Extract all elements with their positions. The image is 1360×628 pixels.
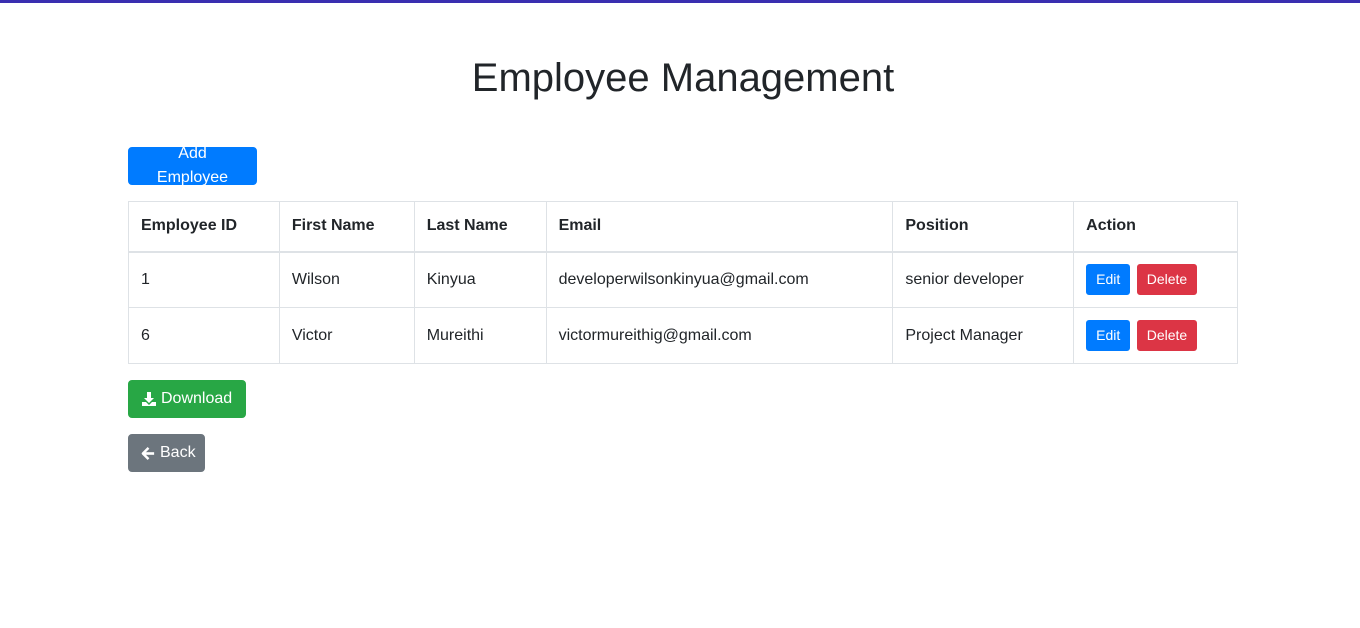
cell-email: developerwilsonkinyua@gmail.com [545, 251, 894, 308]
cell-email: victormureithig@gmail.com [545, 307, 894, 364]
delete-button[interactable]: Delete [1136, 264, 1198, 296]
cell-position: senior developer [892, 251, 1075, 308]
page-title: Employee Management [471, 56, 895, 100]
employee-table: Employee ID First Name Last Name Email P… [128, 201, 1238, 364]
add-employee-label: Add Employee [156, 145, 229, 186]
table-row: 1 Wilson Kinyua developerwilsonkinyua@gm… [128, 251, 1238, 308]
back-label: Back [160, 444, 196, 461]
cell-employee-id: 1 [128, 251, 280, 308]
cell-position: Project Manager [892, 307, 1075, 364]
table-header-row: Employee ID First Name Last Name Email P… [128, 201, 1238, 253]
cell-actions: Edit Delete [1073, 307, 1238, 364]
header-first-name: First Name [278, 201, 415, 253]
arrow-left-icon [141, 446, 156, 461]
download-button[interactable]: Download [128, 380, 246, 418]
cell-first-name: Wilson [278, 251, 415, 308]
edit-button[interactable]: Edit [1086, 320, 1131, 351]
edit-button[interactable]: Edit [1086, 264, 1131, 296]
add-employee-button[interactable]: Add Employee [128, 145, 257, 186]
table-row: 6 Victor Mureithi victormureithig@gmail.… [128, 307, 1238, 364]
header-action: Action [1073, 201, 1238, 253]
download-label: Download [161, 390, 233, 407]
header-email: Email [545, 201, 894, 253]
cell-employee-id: 6 [128, 307, 280, 364]
cell-first-name: Victor [278, 307, 415, 364]
download-icon [141, 391, 157, 407]
top-accent-bar [0, 0, 1360, 3]
back-button[interactable]: Back [128, 434, 205, 472]
cell-actions: Edit Delete [1073, 251, 1238, 308]
cell-last-name: Kinyua [413, 251, 547, 308]
header-position: Position [892, 201, 1075, 253]
header-employee-id: Employee ID [128, 201, 280, 253]
delete-button[interactable]: Delete [1136, 320, 1198, 351]
header-last-name: Last Name [413, 201, 547, 253]
cell-last-name: Mureithi [413, 307, 547, 364]
